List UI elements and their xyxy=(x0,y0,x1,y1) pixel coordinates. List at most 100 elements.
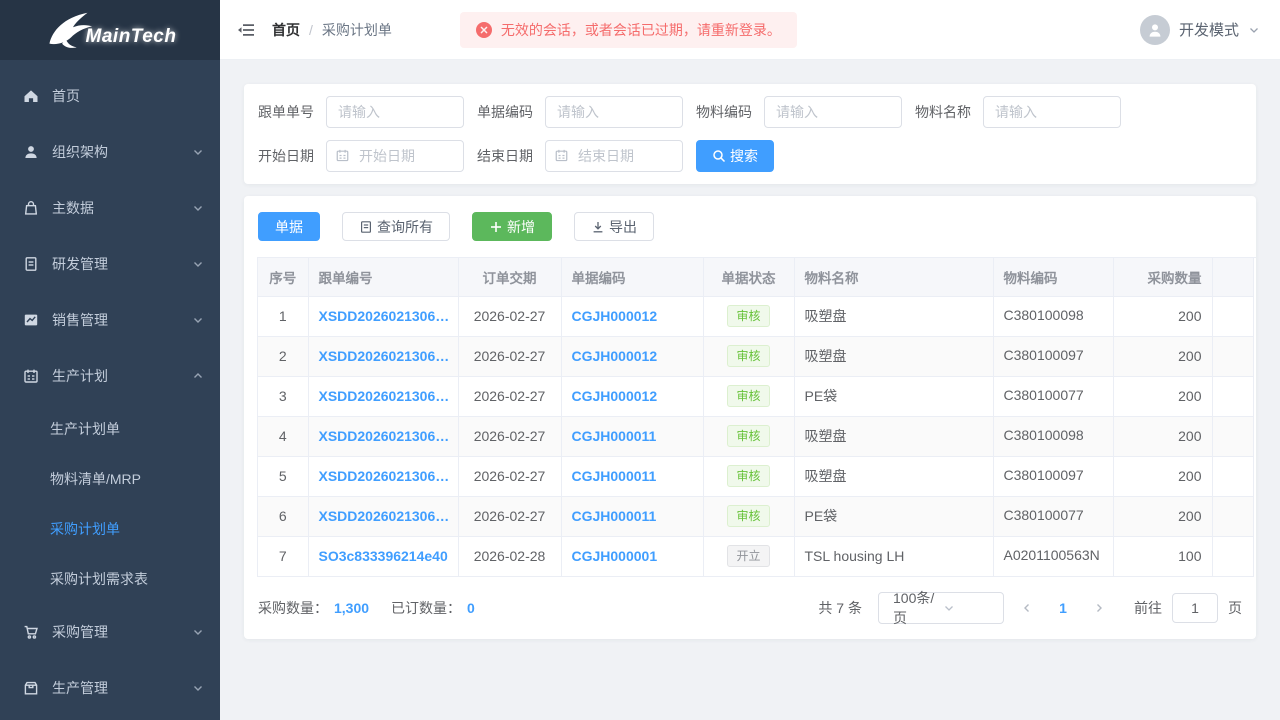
table-row: 5 XSDD2026021306… 2026-02-27 CGJH000011 … xyxy=(258,456,1253,496)
start-date-input[interactable] xyxy=(326,140,464,172)
prev-page-icon[interactable] xyxy=(1014,595,1040,621)
submenu-item-label: 生产计划单 xyxy=(50,419,120,439)
sidebar-item-rnd-management[interactable]: 研发管理 xyxy=(0,236,220,292)
goto-page-input[interactable] xyxy=(1172,593,1218,623)
data-table: 序号 跟单编号 订单交期 单据编码 单据状态 物料名称 物料编码 采购数量 xyxy=(257,257,1256,577)
cell-material-name: 吸塑盘 xyxy=(794,296,993,336)
sidebar-item-purchase-management[interactable]: 采购管理 xyxy=(0,604,220,660)
sidebar-item-label: 首页 xyxy=(52,86,204,106)
table-row: 1 XSDD2026021306… 2026-02-27 CGJH000012 … xyxy=(258,296,1253,336)
page-size-select[interactable]: 100条/页 xyxy=(878,592,1004,624)
filter-label: 物料编码 xyxy=(696,102,752,122)
status-badge: 审核 xyxy=(727,465,769,487)
status-badge: 开立 xyxy=(727,545,769,567)
track-no-link[interactable]: XSDD2026021306… xyxy=(319,308,450,324)
track-no-link[interactable]: XSDD2026021306… xyxy=(319,348,450,364)
ordered-qty-value: 0 xyxy=(467,600,475,616)
doc-no-link[interactable]: CGJH000012 xyxy=(572,348,658,364)
search-button[interactable]: 搜索 xyxy=(696,140,774,172)
column-header-delivery-date: 订单交期 xyxy=(458,258,561,296)
sidebar-item-label: 生产管理 xyxy=(52,678,192,698)
sidebar-item-production-plan[interactable]: 生产计划 xyxy=(0,348,220,404)
add-button[interactable]: 新增 xyxy=(472,212,552,241)
doc-no-link[interactable]: CGJH000012 xyxy=(572,308,658,324)
doc-no-link[interactable]: CGJH000011 xyxy=(572,468,657,484)
cell-purchase-qty: 100 xyxy=(1113,536,1212,576)
sidebar-item-home[interactable]: 首页 xyxy=(0,68,220,124)
sidebar-subitem-production-plan-order[interactable]: 生产计划单 xyxy=(0,404,220,454)
end-date-input[interactable] xyxy=(545,140,683,172)
table-row: 4 XSDD2026021306… 2026-02-27 CGJH000011 … xyxy=(258,416,1253,456)
cell-material-code: C380100077 xyxy=(993,376,1113,416)
export-button-label: 导出 xyxy=(609,217,637,237)
cell-delivery-date: 2026-02-27 xyxy=(458,376,561,416)
document-icon xyxy=(22,255,40,273)
breadcrumb-home[interactable]: 首页 xyxy=(272,20,300,40)
sidebar-subitem-purchase-plan-demand[interactable]: 采购计划需求表 xyxy=(0,554,220,604)
track-no-link[interactable]: SO3c833396214e40 xyxy=(319,548,448,564)
table-panel: 单据 查询所有 新增 xyxy=(244,196,1256,639)
doc-no-link[interactable]: CGJH000001 xyxy=(572,548,658,564)
cell-material-name: PE袋 xyxy=(794,496,993,536)
doc-no-link[interactable]: CGJH000011 xyxy=(572,428,657,444)
breadcrumb-separator: / xyxy=(309,22,313,38)
sidebar-subitem-purchase-plan-order[interactable]: 采购计划单 xyxy=(0,504,220,554)
submenu-item-label: 采购计划单 xyxy=(50,519,120,539)
column-header-status: 单据状态 xyxy=(703,258,794,296)
cell-purchase-qty: 200 xyxy=(1113,416,1212,456)
sidebar-item-label: 研发管理 xyxy=(52,254,192,274)
filter-label: 结束日期 xyxy=(477,146,533,166)
cell-material-name: 吸塑盘 xyxy=(794,456,993,496)
doc-no-link[interactable]: CGJH000012 xyxy=(572,388,658,404)
chevron-down-icon xyxy=(192,258,204,270)
next-page-icon[interactable] xyxy=(1086,595,1112,621)
filter-label: 跟单单号 xyxy=(258,102,314,122)
logo-text: MainTech xyxy=(86,26,177,48)
cell-purchase-qty: 200 xyxy=(1113,496,1212,536)
sidebar-subitem-bom-mrp[interactable]: 物料清单/MRP xyxy=(0,454,220,504)
sidebar-item-sales-management[interactable]: 销售管理 xyxy=(0,292,220,348)
column-header-seq: 序号 xyxy=(258,258,308,296)
cell-extra xyxy=(1212,336,1253,376)
sidebar-item-master-data[interactable]: 主数据 xyxy=(0,180,220,236)
chevron-down-icon xyxy=(192,626,204,638)
sidebar-item-label: 组织架构 xyxy=(52,142,192,162)
document-button[interactable]: 单据 xyxy=(258,212,320,241)
cell-material-code: C380100098 xyxy=(993,296,1113,336)
export-button[interactable]: 导出 xyxy=(574,212,654,241)
track-no-link[interactable]: XSDD2026021306… xyxy=(319,508,450,524)
ordered-qty-summary: 已订数量： 0 xyxy=(391,598,475,618)
filter-row-2: 开始日期 结束日期 搜索 xyxy=(258,140,1242,172)
cell-seq: 3 xyxy=(258,376,308,416)
track-no-input[interactable] xyxy=(326,96,464,128)
doc-no-input[interactable] xyxy=(545,96,683,128)
doc-no-link[interactable]: CGJH000011 xyxy=(572,508,657,524)
user-menu[interactable]: 开发模式 xyxy=(1140,15,1260,45)
column-header-purchase-qty: 采购数量 xyxy=(1113,258,1212,296)
sidebar-item-production-management[interactable]: 生产管理 xyxy=(0,660,220,716)
track-no-link[interactable]: XSDD2026021306… xyxy=(319,388,450,404)
main-area: 首页 / 采购计划单 无效的会话，或者会话已过期，请重新登录。 开发模式 跟单单… xyxy=(220,0,1280,720)
query-all-button[interactable]: 查询所有 xyxy=(342,212,450,241)
pagination-total: 共 7 条 xyxy=(818,598,862,618)
material-code-input[interactable] xyxy=(764,96,902,128)
cell-seq: 6 xyxy=(258,496,308,536)
sidebar-item-label: 主数据 xyxy=(52,198,192,218)
sidebar-fold-icon[interactable] xyxy=(236,19,258,41)
cell-material-code: C380100097 xyxy=(993,456,1113,496)
track-no-link[interactable]: XSDD2026021306… xyxy=(319,468,450,484)
ordered-qty-label: 已订数量： xyxy=(391,598,461,618)
table-row: 2 XSDD2026021306… 2026-02-27 CGJH000012 … xyxy=(258,336,1253,376)
track-no-link[interactable]: XSDD2026021306… xyxy=(319,428,450,444)
chevron-down-icon xyxy=(192,146,204,158)
status-badge: 审核 xyxy=(727,345,769,367)
goto-label: 前往 xyxy=(1134,598,1162,618)
home-icon xyxy=(22,87,40,105)
purchase-qty-label: 采购数量： xyxy=(258,598,328,618)
sidebar-item-organization[interactable]: 组织架构 xyxy=(0,124,220,180)
user-icon xyxy=(22,143,40,161)
cell-material-name: TSL housing LH xyxy=(794,536,993,576)
query-all-button-label: 查询所有 xyxy=(377,217,433,237)
page-number[interactable]: 1 xyxy=(1050,600,1076,616)
material-name-input[interactable] xyxy=(983,96,1121,128)
